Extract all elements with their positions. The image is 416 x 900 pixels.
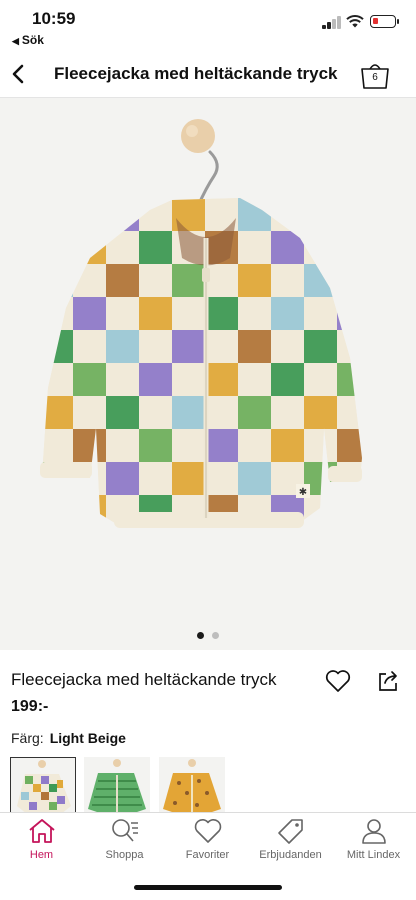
shopping-bag-button[interactable]: 6 <box>360 60 390 90</box>
tag-icon <box>277 819 303 844</box>
tab-label-favoriter: Favoriter <box>185 849 230 861</box>
variant-image-yellow <box>163 759 221 813</box>
tab-hem[interactable]: Hem <box>0 817 83 869</box>
product-image-carousel[interactable]: ✱ <box>0 98 416 650</box>
color-value: Light Beige <box>49 730 126 746</box>
carousel-dot-2[interactable] <box>212 632 219 639</box>
back-to-app-link[interactable]: ◀ Sök <box>12 33 44 47</box>
color-selector-row: Färg: Light Beige <box>11 730 126 746</box>
variant-image-green <box>88 759 146 813</box>
share-icon[interactable] <box>376 669 400 693</box>
home-icon <box>28 819 55 843</box>
product-price: 199:- <box>11 698 49 715</box>
tab-erbjudanden[interactable]: Erbjudanden <box>249 817 332 869</box>
signal-icon <box>322 16 342 29</box>
user-icon <box>361 819 386 844</box>
product-name: Fleecejacka med heltäckande tryck <box>11 670 277 689</box>
page-title: Fleecejacka med heltäckande tryck <box>54 64 338 83</box>
tab-label-erbjudanden: Erbjudanden <box>259 849 322 861</box>
carousel-dots[interactable] <box>0 626 416 644</box>
tab-label-shoppa: Shoppa <box>105 849 144 861</box>
variant-thumb-green[interactable] <box>84 757 150 813</box>
color-label: Färg: <box>11 730 44 746</box>
fleece-jacket-image: ✱ <box>0 98 416 650</box>
home-indicator[interactable] <box>134 885 282 890</box>
tab-shoppa[interactable]: Shoppa <box>83 817 166 869</box>
variant-thumb-yellow[interactable] <box>159 757 225 813</box>
favorite-heart-icon[interactable] <box>324 668 352 694</box>
carousel-dot-1[interactable] <box>197 632 204 639</box>
wifi-icon <box>346 15 364 28</box>
tab-favoriter[interactable]: Favoriter <box>166 817 249 869</box>
cart-count-badge: 6 <box>372 72 378 83</box>
back-chevron-icon[interactable] <box>4 58 34 90</box>
back-app-label: Sök <box>21 33 44 47</box>
search-list-icon <box>111 819 138 842</box>
tab-label-hem: Hem <box>29 849 54 861</box>
back-triangle-icon: ◀ <box>12 36 19 46</box>
battery-icon <box>370 15 399 28</box>
variant-image-checkered <box>17 760 71 812</box>
product-header: Fleecejacka med heltäckande tryck 6 <box>0 50 416 98</box>
svg-text:✱: ✱ <box>299 487 307 498</box>
status-bar: 10:59 ◀ Sök <box>0 0 416 50</box>
tab-mitt-lindex[interactable]: Mitt Lindex <box>332 817 415 869</box>
heart-icon <box>194 819 221 843</box>
tab-label-mitt-lindex: Mitt Lindex <box>346 849 401 861</box>
variant-thumb-light-beige[interactable] <box>10 757 76 813</box>
status-time: 10:59 <box>32 9 76 28</box>
